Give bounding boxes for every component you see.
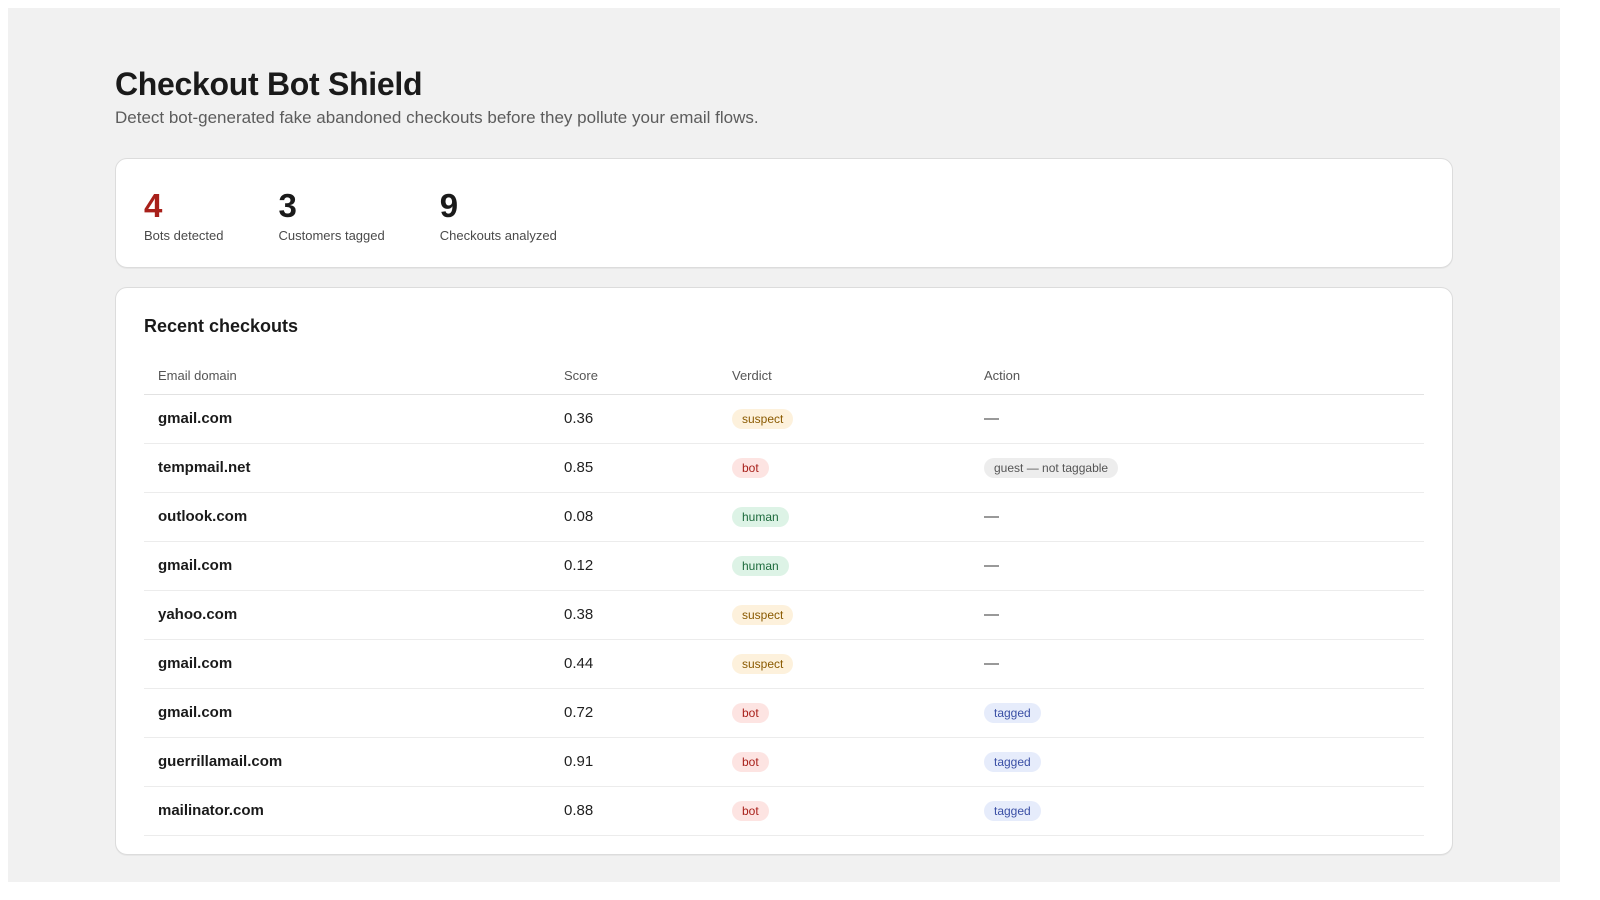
score-cell: 0.44 [550, 639, 718, 689]
recent-checkouts-card: Recent checkouts Email domain Score Verd… [115, 287, 1453, 855]
score-cell: 0.36 [550, 394, 718, 444]
stats-card: 4 Bots detected 3 Customers tagged 9 Che… [115, 158, 1453, 268]
action-cell: tagged [970, 786, 1424, 836]
action-cell: — [970, 492, 1424, 542]
app-page: Checkout Bot Shield Detect bot-generated… [8, 8, 1560, 882]
stat-checkouts-analyzed: 9 Checkouts analyzed [440, 187, 557, 245]
page-subtitle: Detect bot-generated fake abandoned chec… [115, 108, 759, 127]
score-cell: 0.08 [550, 492, 718, 542]
table-row: tempmail.net 0.85 bot guest — not taggable [144, 443, 1424, 493]
score-cell: 0.72 [550, 688, 718, 738]
verdict-badge: suspect [732, 653, 794, 674]
action-cell: guest — not taggable [970, 443, 1424, 493]
verdict-badge: human [732, 506, 789, 527]
table-row: gmail.com 0.72 bot tagged [144, 688, 1424, 738]
action-badge-guest: guest — not taggable [984, 457, 1119, 478]
score-cell: 0.91 [550, 737, 718, 787]
stat-label: Customers tagged [278, 228, 385, 243]
verdict-cell: suspect [718, 394, 970, 444]
verdict-badge: suspect [732, 408, 794, 429]
verdict-cell: bot [718, 688, 970, 738]
stat-customers-tagged: 3 Customers tagged [279, 187, 385, 245]
action-cell: — [970, 541, 1424, 591]
email-domain-cell: guerrillamail.com [144, 737, 550, 787]
action-cell: — [970, 590, 1424, 640]
stat-label: Checkouts analyzed [439, 228, 557, 243]
score-cell: 0.38 [550, 590, 718, 640]
verdict-cell: suspect [718, 590, 970, 640]
stat-value: 3 [278, 187, 297, 224]
email-domain-cell: yahoo.com [144, 590, 550, 640]
email-domain-cell: tempmail.net [144, 443, 550, 493]
action-none: — [984, 655, 999, 672]
table-row: gmail.com 0.12 human — [144, 541, 1424, 591]
table-row: yahoo.com 0.38 suspect — [144, 590, 1424, 640]
email-domain-cell: gmail.com [144, 394, 550, 444]
table-row: outlook.com 0.08 human — [144, 492, 1424, 542]
verdict-cell: bot [718, 443, 970, 493]
action-none: — [984, 606, 999, 623]
verdict-cell: bot [718, 786, 970, 836]
action-cell: tagged [970, 688, 1424, 738]
score-cell: 0.85 [550, 443, 718, 493]
score-cell: 0.88 [550, 786, 718, 836]
stat-label: Bots detected [144, 228, 224, 243]
page-title: Checkout Bot Shield [115, 66, 423, 102]
verdict-cell: human [718, 492, 970, 542]
email-domain-cell: mailinator.com [144, 786, 550, 836]
action-cell: — [970, 394, 1424, 444]
stat-bots-detected: 4 Bots detected [144, 187, 224, 245]
action-badge-tagged: tagged [984, 751, 1041, 772]
verdict-cell: human [718, 541, 970, 591]
checkouts-table: Email domain Score Verdict Action gmail.… [144, 358, 1424, 836]
action-none: — [984, 410, 999, 427]
verdict-cell: suspect [718, 639, 970, 689]
column-header-action: Action [970, 358, 1424, 395]
section-title: Recent checkouts [144, 316, 299, 336]
column-header-verdict: Verdict [718, 358, 970, 395]
email-domain-cell: outlook.com [144, 492, 550, 542]
score-cell: 0.12 [550, 541, 718, 591]
action-badge-tagged: tagged [984, 702, 1041, 723]
action-none: — [984, 508, 999, 525]
table-body: gmail.com 0.36 suspect — tempmail.net 0.85 bot… [144, 394, 1424, 836]
stat-value: 4 [144, 187, 163, 224]
verdict-badge: bot [732, 702, 769, 723]
verdict-badge: human [732, 555, 789, 576]
verdict-badge: suspect [732, 604, 794, 625]
column-header-score: Score [550, 358, 718, 395]
table-row: guerrillamail.com 0.91 bot tagged [144, 737, 1424, 787]
action-cell: tagged [970, 737, 1424, 787]
verdict-badge: bot [732, 751, 769, 772]
action-cell: — [970, 639, 1424, 689]
email-domain-cell: gmail.com [144, 541, 550, 591]
main-content: Checkout Bot Shield Detect bot-generated… [115, 64, 1453, 855]
verdict-badge: bot [732, 457, 769, 478]
action-none: — [984, 557, 999, 574]
email-domain-cell: gmail.com [144, 639, 550, 689]
table-header-row: Email domain Score Verdict Action [144, 358, 1424, 395]
email-domain-cell: gmail.com [144, 688, 550, 738]
table-row: mailinator.com 0.88 bot tagged [144, 786, 1424, 836]
table-row: gmail.com 0.36 suspect — [144, 394, 1424, 444]
action-badge-tagged: tagged [984, 800, 1041, 821]
verdict-badge: bot [732, 800, 769, 821]
stat-value: 9 [439, 187, 459, 224]
verdict-cell: bot [718, 737, 970, 787]
table-row: gmail.com 0.44 suspect — [144, 639, 1424, 689]
column-header-email-domain: Email domain [144, 358, 550, 395]
